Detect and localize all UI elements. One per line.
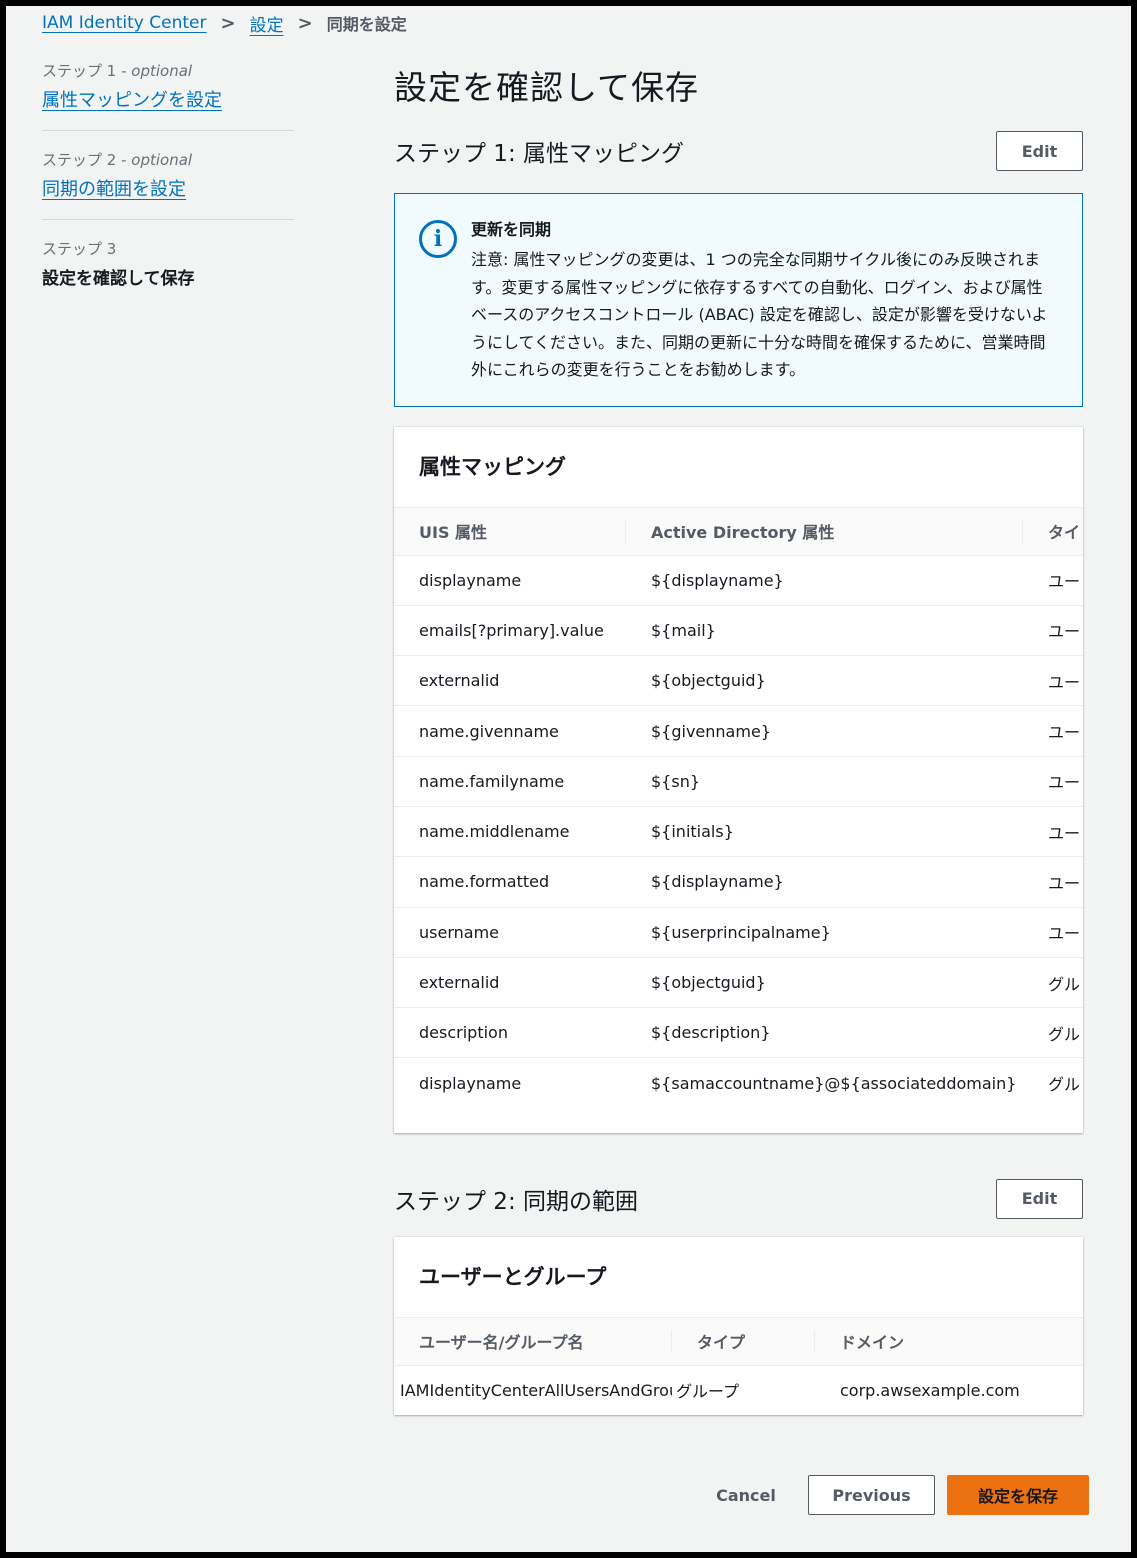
uis-attribute-cell: username — [394, 907, 626, 958]
ad-attribute-cell: ${objectguid} — [626, 957, 1023, 1009]
uis-attribute-cell: displayname — [419, 1073, 522, 1093]
column-header-ad-attribute: Active Directory 属性 — [626, 506, 1023, 556]
uis-attribute-cell: externalid — [394, 655, 626, 707]
ad-attribute-cell: ${sn} — [626, 756, 1023, 807]
ad-attribute-cell: ${displayname} — [626, 555, 1023, 606]
uis-attribute-cell: emails[?primary].value — [394, 605, 626, 657]
user-group-type: グループ — [676, 1382, 740, 1402]
column-header-type: タイ — [1023, 506, 1083, 556]
chevron-right-icon: > — [220, 12, 236, 34]
table-row: name.givenname ${givenname} ユー — [394, 705, 1083, 757]
wizard-step-number: ステップ 1 - optional — [42, 62, 193, 80]
alert-title: 更新を同期 — [471, 220, 552, 239]
breadcrumb: IAM Identity Center > 設定 > 同期を設定 — [42, 10, 407, 36]
wizard-step-3: ステップ 3 設定を確認して保存 — [42, 219, 294, 307]
step1-edit-button[interactable]: Edit — [996, 131, 1083, 171]
ad-attribute-cell: ${description} — [626, 1007, 1023, 1059]
wizard-step-current: 設定を確認して保存 — [42, 269, 195, 289]
type-cell: ユー — [1023, 806, 1083, 858]
ad-attribute-cell: ${givenname} — [626, 705, 1023, 757]
breadcrumb-current: 同期を設定 — [326, 15, 407, 34]
info-icon: i — [419, 220, 457, 258]
column-header-domain: ドメイン — [815, 1316, 1083, 1366]
ad-attribute-cell: ${userprincipalname} — [626, 907, 1023, 958]
ad-attribute-cell: ${displayname} — [626, 856, 1023, 908]
table-row: externalid ${objectguid} ユー — [394, 655, 1083, 707]
table-row: name.formatted ${displayname} ユー — [394, 856, 1083, 908]
sync-update-alert: i 更新を同期 注意: 属性マッピングの変更は、1 つの完全な同期サイクル後にの… — [394, 193, 1083, 407]
uis-attribute-cell: name.familyname — [394, 756, 626, 807]
column-header-uis-attribute: UIS 属性 — [394, 506, 626, 556]
wizard-footer: Cancel Previous 設定を保存 — [696, 1475, 1089, 1515]
type-cell: グル — [1023, 957, 1083, 1009]
attribute-mapping-table: UIS 属性 Active Directory 属性 タイ displaynam… — [394, 506, 1083, 1109]
column-header-type: タイプ — [672, 1316, 815, 1366]
breadcrumb-iam-identity-center[interactable]: IAM Identity Center — [42, 13, 207, 33]
chevron-right-icon: > — [297, 12, 313, 34]
uis-attribute-cell: name.formatted — [394, 856, 626, 908]
type-cell: ユー — [1023, 756, 1083, 807]
uis-attribute-cell: displayname — [394, 555, 626, 606]
type-cell: ユー — [1023, 705, 1083, 757]
wizard-step-2: ステップ 2 - optional 同期の範囲を設定 — [42, 130, 294, 219]
table-row: displayname ${samaccountname}@${associate… — [394, 1058, 1083, 1108]
table-row: username ${userprincipalname} ユー — [394, 907, 1083, 958]
attribute-mapping-card: 属性マッピング UIS 属性 Active Directory 属性 タイ di… — [394, 426, 1083, 1133]
user-group-name: IAMIdentityCenterAllUsersAndGroups — [400, 1380, 672, 1400]
wizard-nav: ステップ 1 - optional 属性マッピングを設定 ステップ 2 - op… — [42, 60, 294, 307]
uis-attribute-cell: name.givenname — [394, 705, 626, 757]
previous-button[interactable]: Previous — [808, 1475, 935, 1515]
type-cell: ユー — [1023, 555, 1083, 606]
ad-attribute-cell: ${objectguid} — [626, 655, 1023, 707]
ad-attribute-cell: ${initials} — [626, 806, 1023, 858]
alert-body: 注意: 属性マッピングの変更は、1 つの完全な同期サイクル後にのみ反映されます。… — [471, 250, 1048, 379]
wizard-step-number: ステップ 3 — [42, 240, 117, 258]
step1-header: ステップ 1: 属性マッピング Edit — [394, 131, 1083, 171]
user-group-domain: corp.awsexample.com — [840, 1380, 1020, 1400]
wizard-step-link-sync-scope[interactable]: 同期の範囲を設定 — [42, 179, 186, 200]
attribute-mapping-rows: displayname ${displayname} ユー emails[?prima… — [394, 555, 1083, 1108]
step2-header: ステップ 2: 同期の範囲 Edit — [394, 1178, 1083, 1219]
breadcrumb-settings[interactable]: 設定 — [250, 11, 284, 36]
users-groups-table: ユーザー名/グループ名 タイプ ドメイン IAMIdentityCenterAl… — [394, 1316, 1083, 1416]
table-row: name.familyname ${sn} ユー — [394, 756, 1083, 807]
ad-attribute-cell: ${mail} — [626, 605, 1023, 657]
type-cell: ユー — [1023, 605, 1083, 657]
save-settings-button[interactable]: 設定を保存 — [947, 1475, 1089, 1515]
type-cell: ユー — [1023, 655, 1083, 707]
wizard-step-link-attribute-mapping[interactable]: 属性マッピングを設定 — [42, 90, 222, 111]
table-row: description ${description} グル — [394, 1007, 1083, 1059]
column-header-name: ユーザー名/グループ名 — [394, 1316, 672, 1366]
step2-edit-button[interactable]: Edit — [996, 1178, 1083, 1219]
attribute-mapping-title: 属性マッピング — [419, 454, 566, 479]
table-row: name.middlename ${initials} ユー — [394, 806, 1083, 858]
table-row: emails[?primary].value ${mail} ユー — [394, 605, 1083, 657]
wizard-step-number: ステップ 2 - optional — [42, 151, 193, 169]
page-title: 設定を確認して保存 — [394, 68, 700, 107]
type-cell: ユー — [1023, 907, 1083, 958]
type-cell: ユー — [1023, 856, 1083, 908]
uis-attribute-cell: description — [394, 1007, 626, 1059]
uis-attribute-cell: externalid — [394, 957, 626, 1009]
table-row: IAMIdentityCenterAllUsersAndGroups グループ … — [394, 1365, 1083, 1415]
users-groups-card: ユーザーとグループ ユーザー名/グループ名 タイプ ドメイン IAMIdenti… — [394, 1236, 1083, 1416]
uis-attribute-cell: name.middlename — [394, 806, 626, 858]
wizard-step-1: ステップ 1 - optional 属性マッピングを設定 — [42, 60, 294, 130]
step2-title: ステップ 2: 同期の範囲 — [394, 1188, 639, 1215]
main-content: 設定を確認して保存 ステップ 1: 属性マッピング Edit i 更新を同期 注… — [394, 55, 1083, 1415]
table-row: externalid ${objectguid} グル — [394, 957, 1083, 1009]
type-cell: グル — [1048, 1075, 1081, 1095]
table-row: displayname ${displayname} ユー — [394, 555, 1083, 606]
users-groups-title: ユーザーとグループ — [419, 1264, 607, 1289]
step1-title: ステップ 1: 属性マッピング — [394, 141, 685, 167]
ad-attribute-cell: ${samaccountname}@${associateddomain} — [651, 1073, 1017, 1093]
cancel-button[interactable]: Cancel — [696, 1475, 796, 1515]
type-cell: グル — [1023, 1007, 1083, 1059]
